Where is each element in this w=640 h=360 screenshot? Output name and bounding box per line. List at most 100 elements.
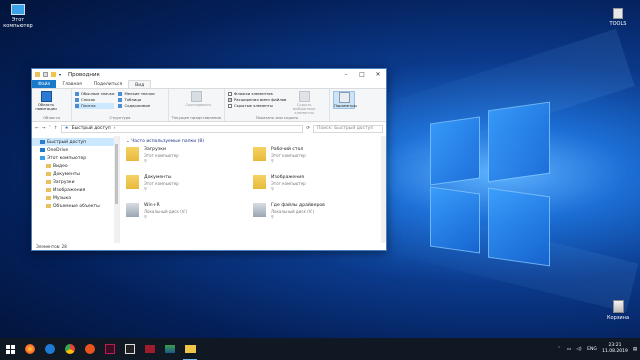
explorer-window[interactable]: ▾ Проводник – □ ✕ Файл Главная Поделитьс… <box>31 68 387 251</box>
pictures-folder-icon <box>46 188 51 192</box>
new-folder-icon[interactable] <box>51 72 56 77</box>
ribbon: Область навигации Области Обычные значки… <box>32 89 386 122</box>
app-taskbar-button[interactable] <box>140 338 160 360</box>
clock[interactable]: 23:21 11.08.2019 <box>600 343 630 355</box>
chevron-down-icon[interactable]: ▾ <box>59 72 64 77</box>
folder-tile[interactable]: Загрузки Этот компьютер ⚲ <box>126 147 253 167</box>
downloads-folder-icon <box>126 147 139 161</box>
search-input[interactable]: Поиск: Быстрый доступ <box>313 124 383 133</box>
folder-location: Этот компьютер <box>144 153 179 158</box>
breadcrumb[interactable]: Быстрый доступ <box>72 126 111 131</box>
desktop-icon-label: Этот компьютер <box>3 17 33 29</box>
quick-access-toolbar: ▾ <box>35 72 64 77</box>
checkbox[interactable] <box>228 104 232 108</box>
navigation-pane-label: Область навигации <box>35 102 57 111</box>
language-indicator[interactable]: ENG <box>584 347 600 352</box>
notifications-icon[interactable]: ▤ <box>630 347 640 352</box>
ribbon-group-panes: Область навигации Области <box>32 89 72 121</box>
window-title: Проводник <box>68 71 100 78</box>
scrollbar[interactable] <box>114 136 119 243</box>
nav-item[interactable]: Быстрый доступ <box>32 138 119 146</box>
address-bar[interactable]: ★ Быстрый доступ › <box>60 124 304 133</box>
pin-icon: ⚲ <box>271 186 274 191</box>
folder-tile[interactable]: Win+R Локальный диск (V:) ⚲ <box>126 203 253 223</box>
options-button[interactable]: Параметры <box>333 91 357 109</box>
app-taskbar-button[interactable] <box>120 338 140 360</box>
refresh-icon[interactable]: ⟳ <box>306 126 310 131</box>
folder-location: Этот компьютер <box>144 181 179 186</box>
media-app-icon <box>105 344 115 354</box>
navigation-pane-icon <box>40 91 52 102</box>
firefox-icon <box>25 344 35 354</box>
pin-icon: ⚲ <box>144 186 147 191</box>
minimize-button[interactable]: – <box>338 69 354 80</box>
section-header[interactable]: ⌄ Часто используемые папки (8) <box>126 139 380 144</box>
nav-item-label: Изображения <box>53 187 86 193</box>
app-taskbar-button[interactable] <box>80 338 100 360</box>
volume-icon[interactable]: ◁) <box>574 347 584 352</box>
nav-item[interactable]: Видео <box>32 162 119 170</box>
edge-taskbar-button[interactable] <box>40 338 60 360</box>
app-taskbar-button[interactable] <box>100 338 120 360</box>
sort-button[interactable]: Сортировать <box>186 91 211 107</box>
back-arrow-icon[interactable]: ← <box>35 126 39 131</box>
folder-tile[interactable]: Документы Этот компьютер ⚲ <box>126 175 253 195</box>
network-icon[interactable]: ▭ <box>564 347 574 352</box>
scrollbar[interactable] <box>381 136 386 243</box>
options-label: Параметры <box>334 103 357 108</box>
nav-item-label: Этот компьютер <box>47 155 87 161</box>
folder-tile[interactable]: Изображения Этот компьютер ⚲ <box>253 175 380 195</box>
nav-item[interactable]: Музыка <box>32 194 119 202</box>
nav-item-label: OneDrive <box>47 147 69 153</box>
file-view: ⌄ Часто используемые папки (8) Загрузки Э… <box>120 136 386 243</box>
tab-home[interactable]: Главная <box>56 80 87 88</box>
checkbox[interactable] <box>228 92 232 96</box>
orange-app-icon <box>85 344 95 354</box>
chevron-up-icon[interactable]: ˄ <box>554 347 564 352</box>
app-taskbar-button[interactable] <box>160 338 180 360</box>
desktop-icon-this-pc[interactable]: Этот компьютер <box>2 4 34 29</box>
pin-icon: ⚲ <box>144 214 147 219</box>
nav-item[interactable]: OneDrive <box>32 146 119 154</box>
nav-item[interactable]: Изображения <box>32 186 119 194</box>
chevron-down-icon[interactable]: ˅ <box>49 126 51 131</box>
file-explorer-taskbar-button[interactable] <box>180 338 200 360</box>
ribbon-group-label: Области <box>43 115 60 120</box>
wallpaper-logo-pane <box>488 101 550 183</box>
tab-view[interactable]: Вид <box>128 80 152 88</box>
forward-arrow-icon[interactable]: → <box>42 126 46 131</box>
nav-item-label: Видео <box>53 163 68 169</box>
nav-item[interactable]: Документы <box>32 170 119 178</box>
nav-item[interactable]: Объемные объекты <box>32 202 119 210</box>
navigation-pane-button[interactable]: Область навигации <box>35 91 57 111</box>
checkbox-hidden-items[interactable]: Скрытые элементы <box>228 103 286 109</box>
desktop-icon-label: Корзина <box>606 315 630 321</box>
nav-item[interactable]: Загрузки <box>32 178 119 186</box>
pin-icon: ⚲ <box>271 214 274 219</box>
scrollbar-thumb[interactable] <box>115 144 118 204</box>
desktop-icon-tools[interactable]: TOOLS <box>602 8 634 27</box>
start-button[interactable] <box>0 338 20 360</box>
title-bar[interactable]: ▾ Проводник – □ ✕ <box>32 69 386 80</box>
tab-share[interactable]: Поделиться <box>88 80 128 88</box>
properties-icon[interactable] <box>43 72 48 77</box>
chrome-taskbar-button[interactable] <box>60 338 80 360</box>
layout-content[interactable]: Содержимое <box>118 103 154 109</box>
nav-item[interactable]: Этот компьютер <box>32 154 119 162</box>
folder-tile[interactable]: Где файлы драйверов Локальный диск (V:) ⚲ <box>253 203 380 223</box>
firefox-taskbar-button[interactable] <box>20 338 40 360</box>
desktop-icon-recycle-bin[interactable]: Корзина <box>602 300 634 321</box>
checkbox-checked[interactable]: ✓ <box>228 98 232 102</box>
folder-icon <box>253 203 266 217</box>
hide-selected-icon <box>298 91 310 102</box>
star-icon: ★ <box>64 126 69 131</box>
maximize-button[interactable]: □ <box>354 69 370 80</box>
options-icon <box>338 92 350 103</box>
up-arrow-icon[interactable]: ↑ <box>54 126 58 131</box>
layout-icon <box>75 104 79 108</box>
folder-icon[interactable] <box>35 72 40 77</box>
layout-tiles[interactable]: Плитка <box>75 103 115 109</box>
tab-file[interactable]: Файл <box>32 80 57 88</box>
folder-tile[interactable]: Рабочий стол Этот компьютер ⚲ <box>253 147 380 167</box>
close-button[interactable]: ✕ <box>370 69 386 80</box>
